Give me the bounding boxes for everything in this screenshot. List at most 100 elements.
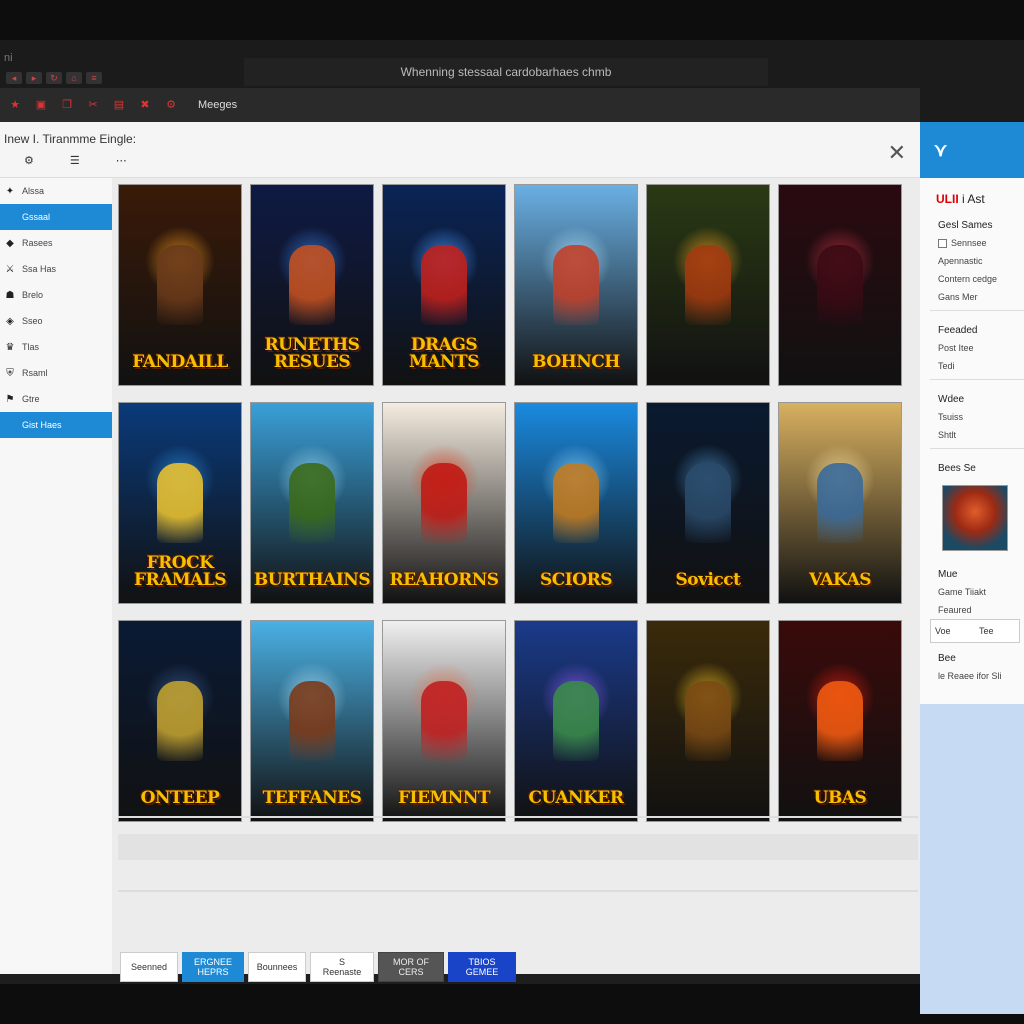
title-bar: ni ◂ ▸ ↻ ⌂ ≡ Whenning stessaal cardobarh… bbox=[0, 40, 1024, 128]
pagination-buttons: Seenned ERGNEE HEPRS Bounnees S Reenaste MOR… bbox=[120, 952, 516, 982]
game-card[interactable]: FANDAILL bbox=[118, 184, 242, 386]
sidebar-item[interactable]: ✦ Alssa bbox=[0, 178, 112, 204]
panel-link[interactable]: Gans Mer bbox=[920, 288, 1024, 306]
card-art-character bbox=[157, 245, 203, 325]
section-heading: Wdee bbox=[938, 393, 965, 405]
game-card[interactable]: CUANKER bbox=[514, 620, 638, 822]
delete-icon[interactable]: ✖ bbox=[138, 98, 152, 112]
sidebar-item[interactable]: Gist Haes bbox=[0, 412, 112, 438]
featured-thumbnail[interactable] bbox=[942, 485, 1008, 551]
page-button[interactable]: ERGNEE HEPRS bbox=[182, 952, 244, 982]
game-title: UBAS bbox=[813, 788, 867, 808]
game-card[interactable]: TEFFANES bbox=[250, 620, 374, 822]
home-icon[interactable]: ⌂ bbox=[66, 72, 82, 84]
game-card[interactable] bbox=[778, 184, 902, 386]
game-title bbox=[704, 803, 712, 821]
sidebar-item[interactable]: Gssaal bbox=[0, 204, 112, 230]
page-button[interactable]: Seenned bbox=[120, 952, 178, 982]
card-art-character bbox=[289, 245, 335, 325]
toolbar-label[interactable]: Meeges bbox=[198, 99, 237, 111]
card-art-character bbox=[289, 463, 335, 543]
panel-link[interactable]: Tedi bbox=[920, 357, 1024, 375]
paste-icon[interactable]: ▤ bbox=[112, 98, 126, 112]
panel-brand: ULII i Ast bbox=[920, 178, 1024, 210]
game-card[interactable]: ONTEEP bbox=[118, 620, 242, 822]
sidebar-item-label: Gssaal bbox=[22, 212, 51, 222]
card-art-character bbox=[553, 245, 599, 325]
sidebar-item[interactable]: ◈ Sseo bbox=[0, 308, 112, 334]
game-card[interactable] bbox=[646, 620, 770, 822]
copy-icon[interactable]: ❐ bbox=[60, 98, 74, 112]
game-card[interactable]: VAKAS bbox=[778, 402, 902, 604]
address-bar[interactable]: Whenning stessaal cardobarhaes chmb bbox=[244, 58, 768, 86]
sidebar: ✦ Alssa Gssaal ◆ Rasees ⚔ Ssa Has ☗ Brelo ◈ Sseo ♛ T… bbox=[0, 178, 112, 974]
game-grid: FANDAILL RUNETHS RESUES DRAGS MANTS BOHNCH F… bbox=[118, 184, 902, 822]
tab-tee[interactable]: Tee bbox=[975, 620, 1019, 642]
settings-icon[interactable]: ⚙ bbox=[164, 98, 178, 112]
sidebar-item-label: Gist Haes bbox=[22, 420, 62, 430]
filter-icon[interactable]: ⚙ bbox=[24, 154, 34, 167]
forward-icon[interactable]: ▸ bbox=[26, 72, 42, 84]
game-card[interactable]: REAHORNS bbox=[382, 402, 506, 604]
game-card[interactable]: UBAS bbox=[778, 620, 902, 822]
game-card[interactable]: SCIORS bbox=[514, 402, 638, 604]
more-icon[interactable]: ⋯ bbox=[116, 154, 127, 167]
checkbox-label: Sennsee bbox=[951, 238, 987, 248]
reload-icon[interactable]: ↻ bbox=[46, 72, 62, 84]
game-card[interactable]: DRAGS MANTS bbox=[382, 184, 506, 386]
panel-link[interactable]: Feaured bbox=[920, 601, 1024, 619]
cut-icon[interactable]: ✂ bbox=[86, 98, 100, 112]
close-icon[interactable]: ✕ bbox=[888, 140, 906, 166]
game-card[interactable]: BOHNCH bbox=[514, 184, 638, 386]
sort-icon[interactable]: ☰ bbox=[70, 154, 80, 167]
menu-icon[interactable]: ≡ bbox=[86, 72, 102, 84]
sidebar-item[interactable]: ⚑ Gtre bbox=[0, 386, 112, 412]
sidebar-item[interactable]: ◆ Rasees bbox=[0, 230, 112, 256]
sidebar-item[interactable]: ♛ Tlas bbox=[0, 334, 112, 360]
panel-link[interactable]: Post Itee bbox=[920, 339, 1024, 357]
game-title: REAHORNS bbox=[389, 570, 499, 590]
game-card[interactable]: Sovicct bbox=[646, 402, 770, 604]
panel-link[interactable]: Contern cedge bbox=[920, 270, 1024, 288]
card-art-character bbox=[685, 463, 731, 543]
checkbox[interactable] bbox=[938, 238, 947, 248]
sidebar-item[interactable]: ⚔ Ssa Has bbox=[0, 256, 112, 282]
card-art-character bbox=[421, 681, 467, 761]
panel-link[interactable]: Game Tiiakt bbox=[920, 583, 1024, 601]
page-button[interactable]: S Reenaste bbox=[310, 952, 374, 982]
window-title: Inew I. Tiranmme Eingle: bbox=[4, 132, 137, 146]
filter-checkbox-row[interactable]: Sennsee bbox=[920, 234, 1024, 252]
bookmark-icon[interactable]: ★ bbox=[8, 98, 22, 112]
page-button[interactable]: MOR OF CERS bbox=[378, 952, 444, 982]
card-art-character bbox=[685, 245, 731, 325]
game-title: Sovicct bbox=[675, 570, 741, 590]
panel-link[interactable]: Apennastic bbox=[920, 252, 1024, 270]
sidebar-item[interactable]: ⛨ Rsaml bbox=[0, 360, 112, 386]
sidebar-item[interactable]: ☗ Brelo bbox=[0, 282, 112, 308]
brand-red-text: ULII bbox=[936, 192, 959, 206]
tab-voe[interactable]: Voe bbox=[931, 620, 975, 642]
tag-icon: ◆ bbox=[6, 237, 14, 249]
divider bbox=[118, 816, 918, 818]
game-card[interactable]: BURTHAINS bbox=[250, 402, 374, 604]
page-button[interactable]: TBIOS GEMEE bbox=[448, 952, 516, 982]
game-card[interactable] bbox=[646, 184, 770, 386]
flag-icon: ⚑ bbox=[5, 393, 15, 405]
save-icon[interactable]: ▣ bbox=[34, 98, 48, 112]
chevron-logo-icon[interactable]: ⋎ bbox=[934, 140, 947, 161]
window-header: Inew I. Tiranmme Eingle: ⚙ ☰ ⋯ ✕ bbox=[0, 122, 920, 178]
game-card[interactable]: RUNETHS RESUES bbox=[250, 184, 374, 386]
panel-link[interactable]: Tsuiss bbox=[920, 408, 1024, 426]
game-title bbox=[704, 367, 712, 385]
game-title: RUNETHS RESUES bbox=[264, 335, 360, 372]
section-heading: Mue bbox=[938, 568, 958, 580]
game-title: VAKAS bbox=[808, 570, 872, 590]
game-title: FIEMNNT bbox=[397, 788, 491, 808]
game-card[interactable]: FROCK FRAMALS bbox=[118, 402, 242, 604]
panel-tabs: Voe Tee bbox=[930, 619, 1020, 643]
panel-blank-area bbox=[920, 704, 1024, 1014]
game-card[interactable]: FIEMNNT bbox=[382, 620, 506, 822]
page-button[interactable]: Bounnees bbox=[248, 952, 306, 982]
back-icon[interactable]: ◂ bbox=[6, 72, 22, 84]
panel-link[interactable]: Shtlt bbox=[920, 426, 1024, 444]
